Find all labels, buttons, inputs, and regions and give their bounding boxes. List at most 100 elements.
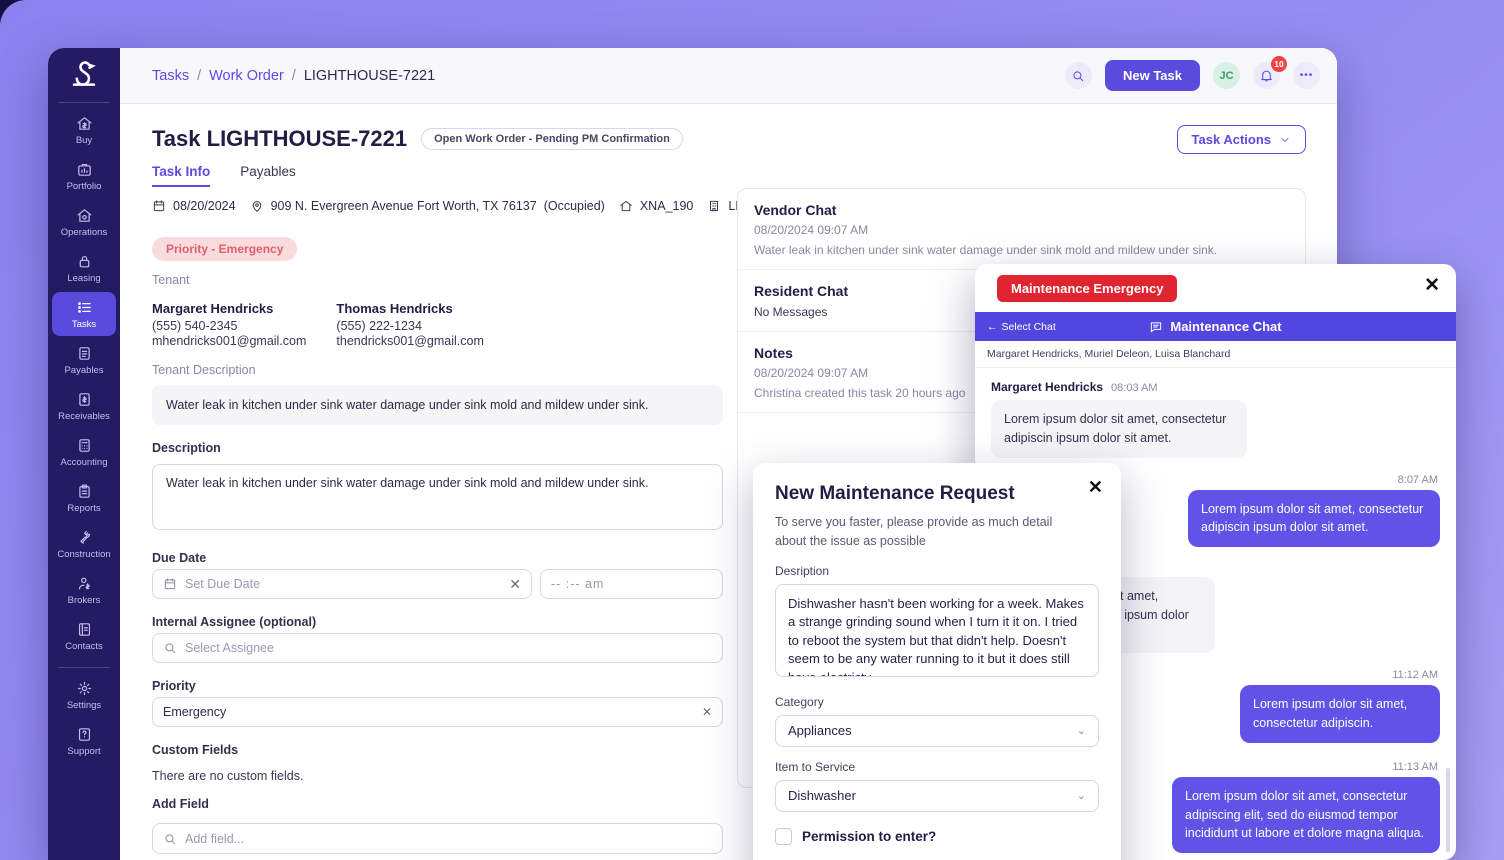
tenant-card: Margaret Hendricks (555) 540-2345 mhendr…	[152, 301, 306, 349]
chat-title: Maintenance Chat	[1149, 319, 1281, 334]
assignee-field[interactable]	[152, 633, 723, 663]
document-dollar-icon	[76, 391, 93, 408]
custom-fields-label: Custom Fields	[152, 743, 723, 757]
breadcrumb-separator: /	[197, 68, 201, 84]
chat-header-bar: ← Select Chat Maintenance Chat	[975, 312, 1456, 341]
calendar-icon	[163, 577, 177, 591]
clear-date-icon[interactable]: ✕	[509, 577, 521, 591]
gear-icon	[76, 680, 93, 697]
breadcrumb: Tasks / Work Order / LIGHTHOUSE-7221	[152, 68, 435, 84]
home-icon	[619, 199, 633, 213]
vendor-chat-section[interactable]: Vendor Chat 08/20/2024 09:07 AM Water le…	[738, 189, 1305, 270]
user-avatar[interactable]: JC	[1213, 62, 1240, 89]
new-task-button[interactable]: New Task	[1105, 60, 1200, 91]
sidebar-item-receivables[interactable]: Receivables	[52, 384, 116, 428]
assignee-input[interactable]	[185, 641, 712, 655]
task-occupancy: (Occupied)	[544, 199, 605, 213]
sidebar-item-construction[interactable]: Construction	[52, 522, 116, 566]
chat-scrollbar[interactable]	[1446, 768, 1450, 852]
notification-badge: 10	[1271, 56, 1287, 72]
category-select[interactable]: Appliances ⌄	[775, 715, 1099, 747]
chat-bubble-outgoing: Lorem ipsum dolor sit amet, consectetur …	[1188, 490, 1440, 548]
sidebar-item-label: Tasks	[72, 319, 96, 330]
clear-priority-icon[interactable]: ✕	[702, 706, 712, 718]
chevron-down-icon: ⌄	[1077, 724, 1086, 737]
vendor-chat-message: Water leak in kitchen under sink water d…	[754, 243, 1289, 257]
assignee-label: Internal Assignee (optional)	[152, 615, 723, 629]
calendar-icon	[152, 199, 166, 213]
operations-house-icon	[76, 207, 93, 224]
sidebar-item-accounting[interactable]: Accounting	[52, 430, 116, 474]
sidebar-item-label: Receivables	[58, 411, 110, 422]
request-description-textarea[interactable]: Dishwasher hasn't been working for a wee…	[775, 584, 1099, 677]
tenant-phone: (555) 540-2345	[152, 319, 306, 334]
item-to-service-label: Item to Service	[775, 760, 1099, 774]
category-label: Category	[775, 695, 1099, 709]
sidebar-item-settings[interactable]: Settings	[52, 673, 116, 717]
item-to-service-select[interactable]: Dishwasher ⌄	[775, 780, 1099, 812]
screen: Buy Portfolio Operations Leasing Tasks P…	[0, 0, 1504, 860]
building-icon	[707, 199, 721, 213]
task-actions-label: Task Actions	[1192, 132, 1271, 147]
location-pin-icon	[250, 199, 264, 213]
category-value: Appliances	[788, 723, 852, 738]
breadcrumb-work-order[interactable]: Work Order	[209, 68, 284, 84]
new-maintenance-request-modal: ✕ New Maintenance Request To serve you f…	[753, 463, 1121, 860]
due-time-placeholder: -- :-- am	[551, 577, 604, 591]
item-to-service-value: Dishwasher	[788, 788, 856, 803]
sender-name: Margaret Hendricks	[991, 380, 1103, 394]
sidebar-item-portfolio[interactable]: Portfolio	[52, 154, 116, 198]
permission-checkbox[interactable]	[775, 828, 792, 845]
sidebar-item-buy[interactable]: Buy	[52, 108, 116, 152]
due-date-field[interactable]: ✕	[152, 569, 532, 599]
task-meta: 08/20/2024 909 N. Evergreen Avenue Fort …	[152, 199, 723, 213]
tenant-list: Margaret Hendricks (555) 540-2345 mhendr…	[152, 301, 723, 349]
sidebar-item-brokers[interactable]: Brokers	[52, 568, 116, 612]
sidebar-item-leasing[interactable]: Leasing	[52, 246, 116, 290]
more-options-button[interactable]: •••	[1293, 62, 1320, 89]
due-time-field[interactable]: -- :-- am	[540, 569, 723, 599]
tab-payables[interactable]: Payables	[240, 164, 296, 187]
due-date-input[interactable]	[185, 577, 501, 591]
priority-input[interactable]	[163, 705, 694, 719]
wrench-icon	[76, 529, 93, 546]
request-description-label: Desription	[775, 564, 1099, 578]
lock-icon	[76, 253, 93, 270]
description-textarea[interactable]: Water leak in kitchen under sink water d…	[152, 464, 723, 530]
maintenance-emergency-button[interactable]: Maintenance Emergency	[997, 275, 1177, 302]
add-field-label: Add Field	[152, 797, 723, 811]
sidebar-item-label: Operations	[61, 227, 107, 238]
search-button[interactable]	[1065, 62, 1092, 89]
app-logo[interactable]	[48, 48, 120, 100]
breadcrumb-tasks[interactable]: Tasks	[152, 68, 189, 84]
tenant-phone: (555) 222-1234	[336, 319, 483, 334]
sidebar-item-operations[interactable]: Operations	[52, 200, 116, 244]
sidebar-item-tasks[interactable]: Tasks	[52, 292, 116, 336]
add-field-input[interactable]	[185, 832, 712, 846]
sidebar-item-label: Portfolio	[67, 181, 102, 192]
sidebar-item-label: Reports	[67, 503, 100, 514]
task-actions-button[interactable]: Task Actions	[1177, 125, 1306, 154]
sidebar-item-payables[interactable]: Payables	[52, 338, 116, 382]
notifications-button[interactable]: 10	[1253, 62, 1280, 89]
sidebar-item-support[interactable]: Support	[52, 719, 116, 763]
sidebar-item-label: Brokers	[68, 595, 101, 606]
sidebar-divider	[58, 667, 110, 668]
search-icon	[1071, 69, 1085, 83]
close-icon[interactable]: ✕	[1424, 274, 1440, 297]
message-time: 08:03 AM	[1111, 382, 1157, 394]
priority-pill: Priority - Emergency	[152, 237, 297, 261]
priority-field[interactable]: ✕	[152, 697, 723, 727]
chat-bubble-icon	[1149, 320, 1163, 334]
add-field[interactable]	[152, 823, 723, 854]
close-icon[interactable]: ✕	[1088, 477, 1103, 498]
tenant-card: Thomas Hendricks (555) 222-1234 thendric…	[336, 301, 483, 349]
person-dollar-icon	[76, 575, 93, 592]
sidebar-item-contacts[interactable]: Contacts	[52, 614, 116, 658]
tab-task-info[interactable]: Task Info	[152, 164, 210, 187]
task-unit: XNA_190	[640, 199, 694, 213]
sidebar-item-reports[interactable]: Reports	[52, 476, 116, 520]
select-chat-back-link[interactable]: ← Select Chat	[987, 321, 1056, 333]
back-label: Select Chat	[1002, 321, 1056, 333]
topbar: Tasks / Work Order / LIGHTHOUSE-7221 New…	[120, 48, 1337, 104]
